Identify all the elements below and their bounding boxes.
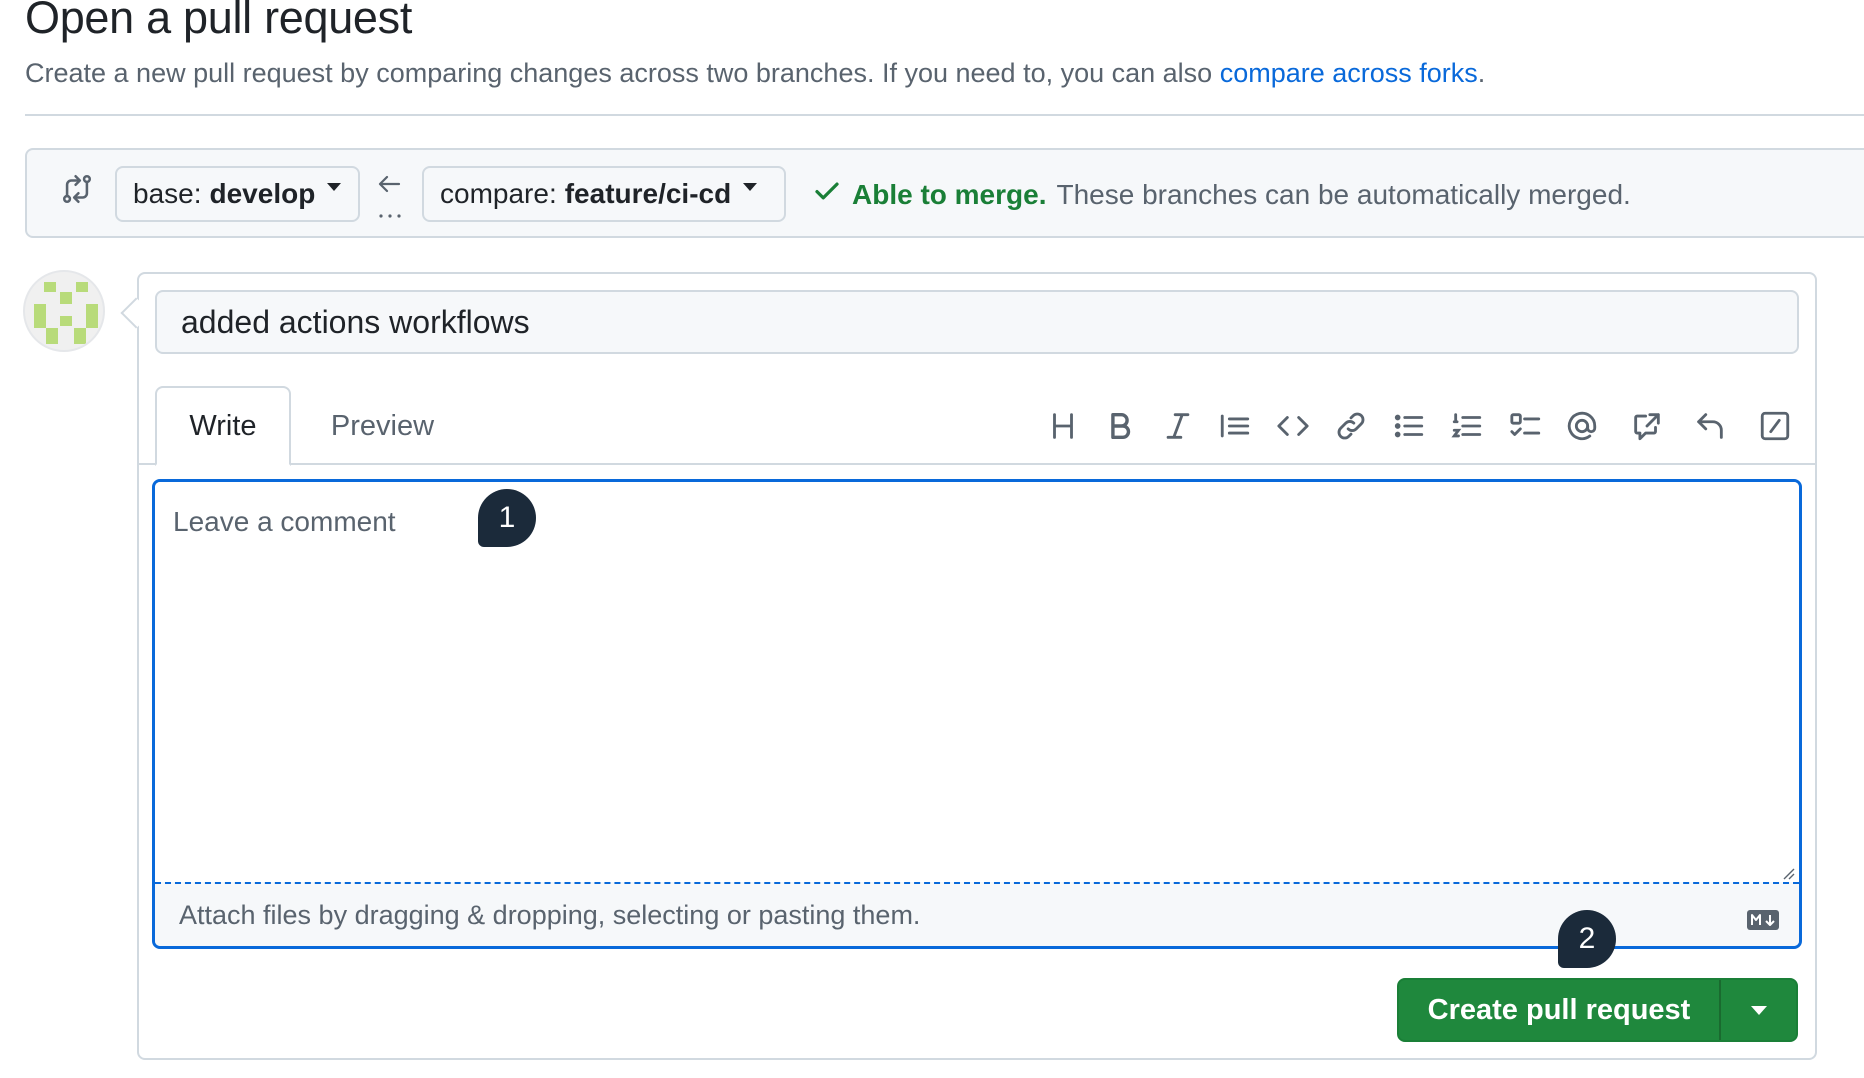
merge-status: Able to merge. These branches can be aut…: [812, 176, 1631, 213]
comment-editor: Attach files by dragging & dropping, sel…: [152, 479, 1802, 949]
task-list-icon[interactable]: [1506, 406, 1546, 446]
attach-files-text: Attach files by dragging & dropping, sel…: [179, 899, 921, 930]
create-options-dropdown[interactable]: [1721, 980, 1796, 1040]
link-icon[interactable]: [1331, 406, 1371, 446]
tab-preview[interactable]: Preview: [310, 386, 455, 466]
markdown-icon[interactable]: [1747, 906, 1779, 930]
ordered-list-icon[interactable]: [1447, 406, 1487, 446]
annotation-badge-2: 2: [1558, 910, 1616, 968]
compare-branch-select[interactable]: compare: feature/ci-cd: [422, 166, 786, 222]
compare-branch-name: feature/ci-cd: [564, 178, 732, 209]
merge-ok-label: Able to merge.: [852, 178, 1047, 210]
quote-icon[interactable]: [1215, 406, 1255, 446]
compare-across-forks-link[interactable]: compare across forks: [1220, 58, 1478, 88]
comment-textarea[interactable]: [155, 482, 1799, 882]
compare-branch-prefix: compare:: [440, 178, 557, 209]
annotation-badge-1: 1: [478, 489, 536, 547]
chevron-down-icon: [1750, 1005, 1767, 1015]
cross-reference-icon[interactable]: [1627, 406, 1667, 446]
saved-replies-icon[interactable]: [1690, 406, 1730, 446]
slash-commands-icon[interactable]: [1755, 406, 1795, 446]
arrow-left-icon: [375, 168, 405, 222]
italic-icon[interactable]: [1158, 406, 1198, 446]
unordered-list-icon[interactable]: [1389, 406, 1429, 446]
merge-message: These branches can be automatically merg…: [1056, 178, 1631, 210]
create-pull-request-split-button: Create pull request: [1397, 978, 1798, 1042]
chevron-down-icon: [743, 183, 758, 191]
git-compare-icon: [60, 172, 94, 206]
base-branch-prefix: base:: [133, 178, 202, 209]
page-title: Open a pull request: [25, 0, 413, 43]
avatar[interactable]: [23, 270, 105, 352]
attach-files-bar[interactable]: Attach files by dragging & dropping, sel…: [155, 882, 1799, 946]
heading-icon[interactable]: [1043, 406, 1083, 446]
resize-grip-icon[interactable]: [1781, 866, 1795, 880]
chevron-down-icon: [327, 183, 342, 191]
check-icon: [812, 176, 842, 213]
subtitle-text: Create a new pull request by comparing c…: [25, 58, 1220, 88]
header-divider: [25, 114, 1864, 116]
bold-icon[interactable]: [1100, 406, 1140, 446]
code-icon[interactable]: [1273, 406, 1313, 446]
pr-title-input[interactable]: [155, 290, 1799, 354]
page-subtitle: Create a new pull request by comparing c…: [25, 58, 1485, 89]
subtitle-period: .: [1477, 58, 1486, 88]
base-branch-name: develop: [209, 178, 316, 209]
create-pull-request-button[interactable]: Create pull request: [1399, 980, 1721, 1040]
base-branch-select[interactable]: base: develop: [115, 166, 360, 222]
tab-write[interactable]: Write: [155, 386, 291, 466]
mention-icon[interactable]: [1562, 406, 1602, 446]
